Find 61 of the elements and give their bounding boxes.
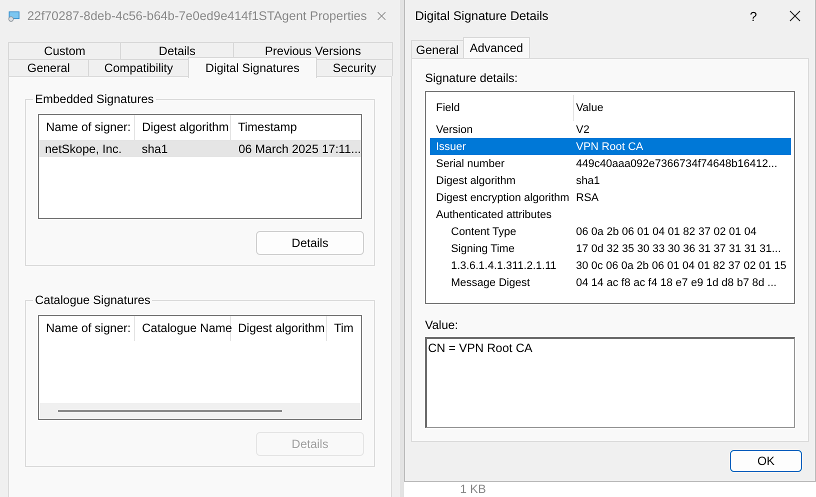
field-cell: Version xyxy=(436,124,473,136)
value-cell: 30 0c 06 0a 2b 06 01 04 01 82 37 02 01 15 xyxy=(576,260,786,272)
list-row[interactable]: Digest algorithm sha1 xyxy=(430,172,791,189)
field-cell: Signing Time xyxy=(451,242,515,254)
signature-list[interactable]: Name of signer: Catalogue Name Digest algorithm Tim xyxy=(38,315,362,420)
field-cell: Digest encryption algorithm xyxy=(436,192,570,204)
list-row[interactable]: Serial number 449c40aaa092e7366734f74648b16412... xyxy=(430,155,791,172)
group-title: Embedded Signatures xyxy=(33,92,156,106)
details-button[interactable]: Details xyxy=(256,231,364,255)
value-cell: 449c40aaa092e7366734f74648b16412... xyxy=(576,158,778,170)
file-size-text: 1 KB xyxy=(460,482,488,496)
tab[interactable]: General xyxy=(8,59,90,76)
list-cell-text: 06 March 2025 17:11... xyxy=(237,142,361,156)
field-cell: Issuer xyxy=(436,140,466,152)
column-header[interactable]: Digest algorithm xyxy=(231,316,327,341)
dialog-title: Digital Signature Details xyxy=(415,9,550,23)
list-row[interactable]: Digest encryption algorithm RSA xyxy=(430,189,791,206)
list-label: Signature details: xyxy=(425,71,519,85)
tab[interactable]: Previous Versions xyxy=(232,42,394,59)
tab[interactable]: Advanced xyxy=(462,37,530,58)
tab[interactable]: Security xyxy=(316,59,393,76)
list-row[interactable]: Issuer VPN Root CA xyxy=(430,138,791,155)
column-header[interactable]: Field xyxy=(430,95,574,121)
value-cell: sha1 xyxy=(576,174,600,186)
tab[interactable]: Compatibility xyxy=(88,59,190,76)
list-cell-text: sha1 xyxy=(140,142,169,156)
column-header[interactable]: Tim xyxy=(327,316,361,341)
value-cell: RSA xyxy=(576,192,599,204)
list-row[interactable]: netSkope, Inc. sha1 06 March 2025 17:11... xyxy=(39,140,361,157)
value-cell: 04 14 ac f8 ac f4 18 e7 e9 1d d8 b7 8d ... xyxy=(576,276,777,288)
field-cell: Serial number xyxy=(436,158,504,170)
field-cell: Content Type xyxy=(451,226,516,238)
value-cell: VPN Root CA xyxy=(576,140,644,152)
value-cell: 17 0d 32 35 30 33 30 36 31 37 31 31 31... xyxy=(576,242,781,254)
help-button[interactable]: ? xyxy=(750,8,757,24)
tab[interactable]: Digital Signatures xyxy=(188,57,317,78)
column-header[interactable]: Name of signer: xyxy=(39,316,135,341)
value-label: Value: xyxy=(425,318,460,332)
column-header[interactable]: Timestamp xyxy=(231,115,361,140)
list-cell-text: netSkope, Inc. xyxy=(44,142,123,156)
field-cell: Message Digest xyxy=(451,276,530,288)
value-field[interactable]: CN = VPN Root CA xyxy=(425,337,795,428)
column-header[interactable]: Value xyxy=(574,95,791,121)
list-row[interactable]: Authenticated attributes xyxy=(430,206,791,223)
tab[interactable]: General xyxy=(411,40,464,58)
field-cell: Authenticated attributes xyxy=(436,208,552,220)
tab[interactable]: Custom xyxy=(8,42,122,59)
field-cell: 1.3.6.1.4.1.311.2.1.11 xyxy=(451,260,556,272)
list-row[interactable]: Message Digest 04 14 ac f8 ac f4 18 e7 e9 1d d8 b7 8d ... xyxy=(430,274,791,291)
value-cell: 06 0a 2b 06 01 04 01 82 37 02 01 04 xyxy=(576,226,756,238)
window-title: 22f70287-8deb-4c56-b64b-7e0ed9e414f1STAgent Properties xyxy=(27,9,367,23)
list-row[interactable]: Content Type 06 0a 2b 06 01 04 01 82 37 02 01 04 xyxy=(430,223,791,240)
list-row[interactable]: 1.3.6.1.4.1.311.2.1.11 30 0c 06 0a 2b 06 01 04 01 82 37 02 01 15 xyxy=(430,257,791,274)
field-cell: Digest algorithm xyxy=(436,174,516,186)
list-row[interactable]: Version V2 xyxy=(430,121,791,138)
group-title: Catalogue Signatures xyxy=(33,293,152,307)
ok-button[interactable]: OK xyxy=(730,450,802,472)
signature-list[interactable]: Name of signer: Digest algorithm Timestamp netSkope, Inc. sha1 06 March 2025 17:11... xyxy=(38,114,362,219)
column-header[interactable]: Catalogue Name xyxy=(135,316,231,341)
list-row[interactable]: Signing Time 17 0d 32 35 30 33 30 36 31 37 31 31 31... xyxy=(430,240,791,257)
value-cell: V2 xyxy=(576,124,590,136)
